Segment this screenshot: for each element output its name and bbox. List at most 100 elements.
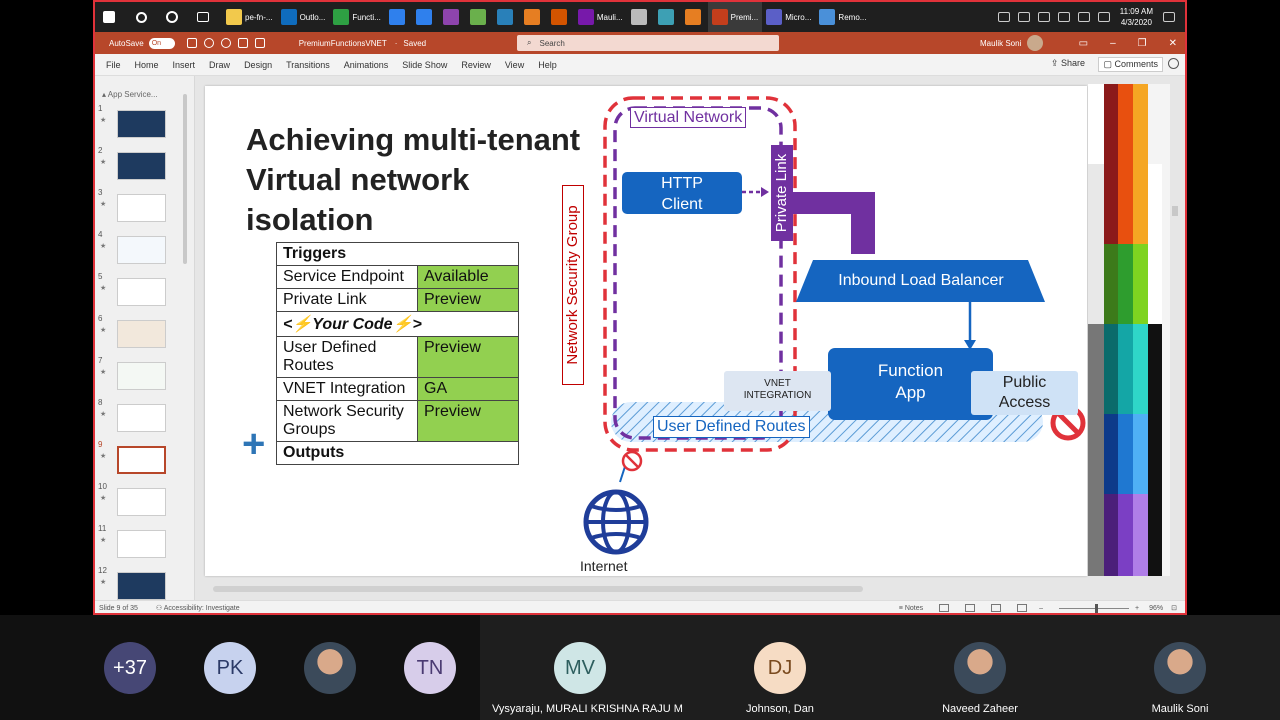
scrollbar-thumb[interactable]: [183, 94, 187, 264]
clock[interactable]: 11:09 AM 4/3/2020: [1120, 6, 1153, 28]
taskbar-app[interactable]: Micro...: [762, 2, 815, 32]
cortana-icon[interactable]: [166, 11, 178, 23]
search-box[interactable]: ⌕ Search: [517, 35, 779, 51]
onedrive-icon[interactable]: [1017, 12, 1030, 22]
taskbar-app[interactable]: [627, 2, 654, 32]
slide-canvas[interactable]: Achieving multi-tenant Virtual network i…: [205, 86, 1087, 576]
usb-icon[interactable]: [1037, 12, 1050, 22]
slide-thumbnail[interactable]: [117, 362, 166, 390]
editor-area: ▴ App Service... 1 ★ 2 ★ 3 ★ 4 ★ 5 ★ 6 ★ 7 ★ 8 ★ 9 ★ 10 ★ 11…: [95, 76, 1185, 600]
zoom-level[interactable]: 96%: [1149, 605, 1163, 612]
taskbar-app[interactable]: [493, 2, 520, 32]
slide-thumbnail[interactable]: [117, 446, 166, 474]
zoom-out-icon[interactable]: –: [1039, 605, 1043, 612]
taskbar-app[interactable]: [654, 2, 681, 32]
app-icon: [469, 9, 486, 25]
slide-horizontal-scrollbar[interactable]: [205, 584, 1165, 594]
taskbar-app[interactable]: Outlo...: [277, 2, 330, 32]
taskbar-app[interactable]: pe-fn-...: [222, 2, 277, 32]
slide-thumbnail[interactable]: [117, 572, 166, 600]
slide-vertical-scrollbar[interactable]: [1171, 86, 1179, 576]
participant-avatar[interactable]: DJ: [754, 642, 806, 694]
tab-draw[interactable]: Draw: [202, 60, 237, 70]
tray-chevron-icon[interactable]: [997, 12, 1010, 22]
slide-thumbnail[interactable]: [117, 530, 166, 558]
tab-slide-show[interactable]: Slide Show: [395, 60, 454, 70]
volume-icon[interactable]: [1077, 12, 1090, 22]
slide-thumbnail[interactable]: [117, 194, 166, 222]
reading-view-icon[interactable]: [991, 604, 1002, 612]
network-icon[interactable]: [1057, 12, 1070, 22]
slide-thumbnail[interactable]: [117, 488, 166, 516]
taskbar-app[interactable]: [439, 2, 466, 32]
taskbar-app[interactable]: [385, 2, 412, 32]
participant-avatar[interactable]: +37: [104, 642, 156, 694]
slide-thumbnail[interactable]: [117, 152, 166, 180]
share-button[interactable]: ⇪ Share: [1051, 58, 1085, 69]
taskbar-app[interactable]: Mauli...: [574, 2, 627, 32]
slide-sorter-icon[interactable]: [965, 604, 976, 612]
slide-thumbnail[interactable]: [117, 278, 166, 306]
slide-number: 1: [98, 104, 103, 113]
scrollbar-thumb[interactable]: [1172, 206, 1178, 216]
taskbar-app[interactable]: Remo...: [815, 2, 870, 32]
close-icon[interactable]: ✕: [1169, 38, 1177, 49]
participant-photo[interactable]: [954, 642, 1006, 694]
tab-insert[interactable]: Insert: [166, 60, 203, 70]
taskbar-app[interactable]: [681, 2, 708, 32]
thumbnail-scrollbar[interactable]: [182, 84, 188, 594]
participant-avatar[interactable]: MV: [554, 642, 606, 694]
save-status[interactable]: Saved: [403, 39, 426, 48]
tab-file[interactable]: File: [95, 60, 128, 70]
present-icon[interactable]: [237, 38, 248, 48]
accessibility-status[interactable]: ⚇ Accessibility: Investigate: [156, 604, 240, 612]
normal-view-icon[interactable]: [939, 604, 950, 612]
slide-thumbnail[interactable]: [117, 110, 166, 138]
participant-avatar[interactable]: PK: [204, 642, 256, 694]
maximize-icon[interactable]: ❐: [1138, 38, 1147, 49]
redo-icon[interactable]: [220, 38, 231, 48]
slide-thumbnail[interactable]: [117, 236, 166, 264]
autosave-toggle[interactable]: On: [148, 37, 175, 49]
slide-show-icon[interactable]: [1017, 604, 1028, 612]
tab-home[interactable]: Home: [128, 60, 166, 70]
language-icon[interactable]: [1097, 12, 1110, 22]
tab-transitions[interactable]: Transitions: [279, 60, 337, 70]
scrollbar-thumb[interactable]: [213, 586, 863, 592]
zoom-slider[interactable]: [1059, 603, 1130, 613]
user-account[interactable]: Maulik Soni: [980, 32, 1044, 54]
taskbar-app[interactable]: [412, 2, 439, 32]
tab-animations[interactable]: Animations: [337, 60, 396, 70]
search-icon[interactable]: [136, 11, 147, 23]
zoom-slider-thumb[interactable]: [1095, 603, 1099, 613]
section-header[interactable]: ▴ App Service...: [102, 90, 158, 99]
touch-mode-icon[interactable]: [254, 38, 265, 48]
minimize-icon[interactable]: –: [1110, 38, 1116, 49]
task-view-icon[interactable]: [197, 12, 209, 22]
ribbon-display-icon[interactable]: ▭: [1079, 38, 1088, 49]
slide-thumbnail[interactable]: [117, 404, 166, 432]
tab-help[interactable]: Help: [531, 60, 564, 70]
notes-button[interactable]: ≡ Notes: [899, 605, 923, 612]
taskbar-app[interactable]: [466, 2, 493, 32]
tab-design[interactable]: Design: [237, 60, 279, 70]
fit-slide-icon[interactable]: ⊡: [1171, 604, 1177, 612]
taskbar-app[interactable]: Functi...: [329, 2, 384, 32]
document-title[interactable]: PremiumFunctionsVNET: [299, 39, 387, 48]
comments-button[interactable]: ▢ Comments: [1098, 57, 1163, 72]
notifications-icon[interactable]: [1163, 12, 1175, 22]
participant-photo[interactable]: [1154, 642, 1206, 694]
windows-start-icon[interactable]: [103, 11, 115, 23]
taskbar-app[interactable]: Premi...: [707, 2, 763, 32]
tab-view[interactable]: View: [498, 60, 531, 70]
slide-thumbnail[interactable]: [117, 320, 166, 348]
participant-photo[interactable]: [304, 642, 356, 694]
feedback-icon[interactable]: [1168, 58, 1179, 69]
undo-icon[interactable]: [203, 38, 214, 48]
tab-review[interactable]: Review: [454, 60, 498, 70]
save-icon[interactable]: [186, 38, 197, 48]
zoom-in-icon[interactable]: +: [1135, 605, 1139, 612]
participant-avatar[interactable]: TN: [404, 642, 456, 694]
taskbar-app[interactable]: [547, 2, 574, 32]
taskbar-app[interactable]: [520, 2, 547, 32]
